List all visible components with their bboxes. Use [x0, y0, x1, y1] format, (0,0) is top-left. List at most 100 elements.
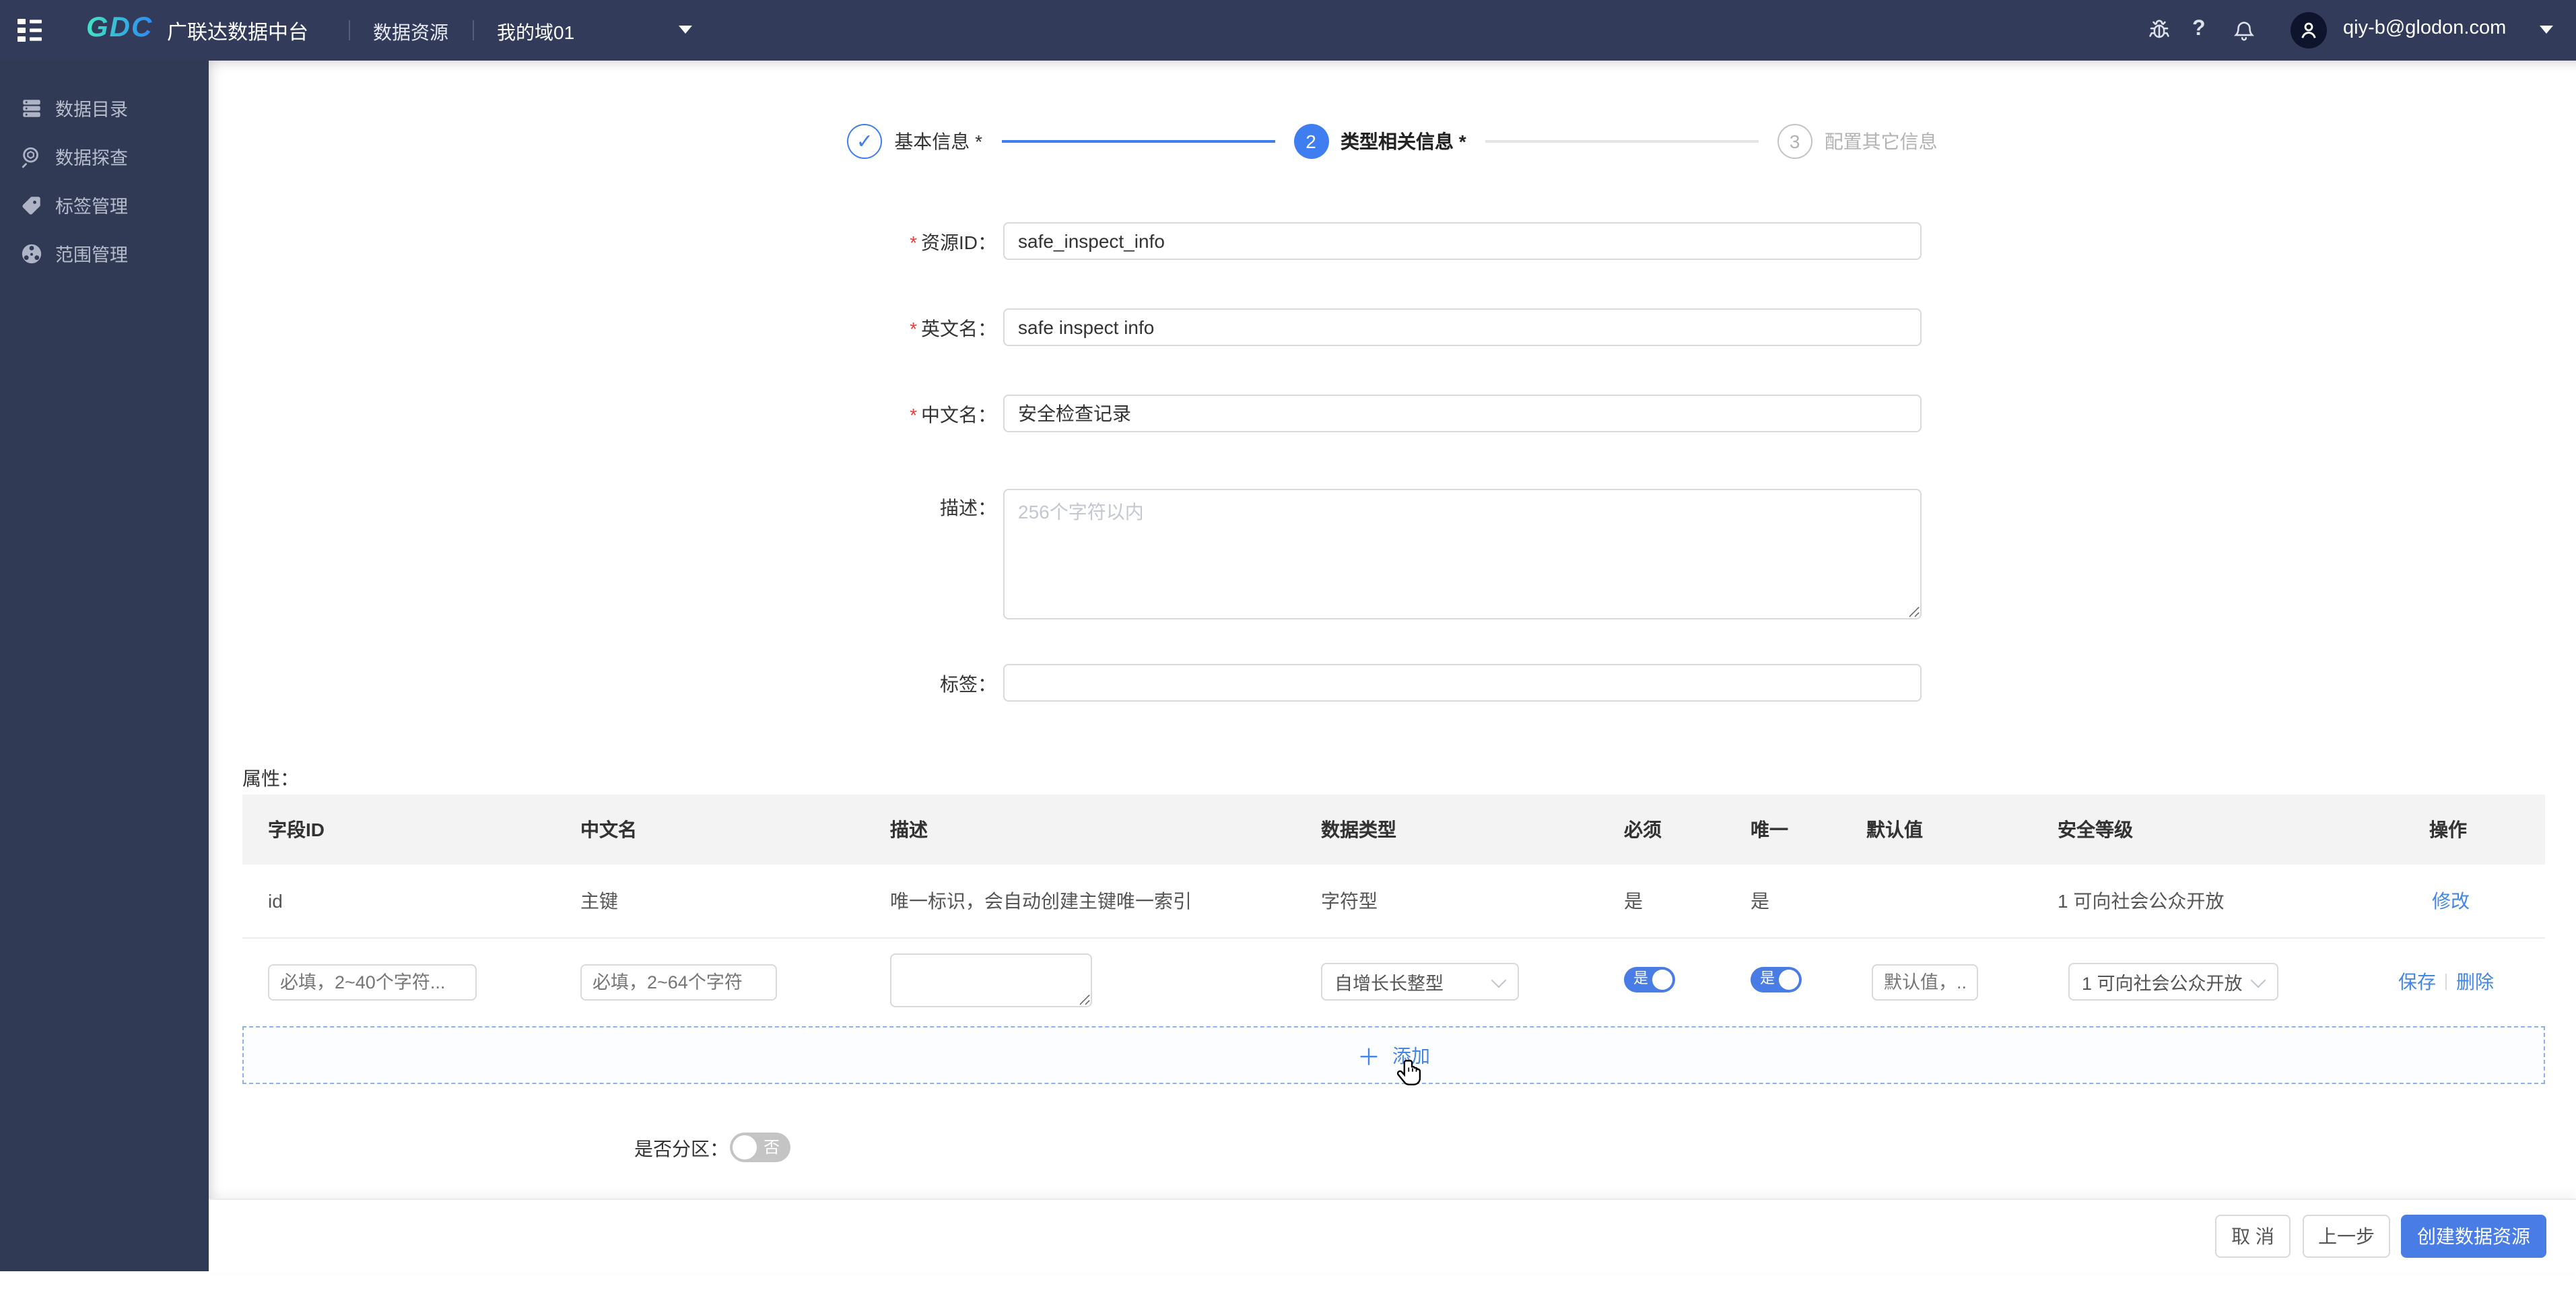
toggle-knob — [733, 1135, 757, 1159]
column-header-data-type: 数据类型 — [1321, 819, 1396, 840]
navbar-divider — [349, 20, 350, 40]
chevron-down-icon — [1491, 972, 1507, 988]
table-edit-row: 自增长长整型 是 是 1 可向社会公众开放 保存删除 — [242, 939, 2545, 1025]
step-basic-info[interactable]: ✓ 基本信息 * — [847, 124, 982, 159]
toggle-knob — [1652, 970, 1672, 990]
form-row-english-name: * 英文名： — [209, 308, 2576, 346]
modify-link[interactable]: 修改 — [2432, 890, 2470, 912]
cell-unique: 是 — [1751, 890, 1769, 912]
navbar-divider — [473, 20, 474, 40]
help-icon[interactable]: ? — [2192, 18, 2215, 40]
description-textarea[interactable] — [1003, 489, 1922, 619]
tag-manage-icon — [20, 193, 43, 216]
tags-input[interactable] — [1003, 664, 1922, 702]
domain-caret-icon[interactable] — [679, 26, 692, 34]
step-type-info[interactable]: 2 类型相关信息 * — [1293, 124, 1466, 159]
cell-required: 是 — [1624, 890, 1643, 912]
bug-report-icon[interactable] — [2148, 19, 2171, 42]
user-email[interactable]: qiy-b@glodon.com — [2343, 18, 2506, 39]
step-connector — [1485, 140, 1759, 143]
data-catalog-icon — [20, 96, 43, 119]
toggle-label: 是 — [1760, 971, 1775, 987]
partition-row: 是否分区： 否 — [209, 1133, 2576, 1162]
cell-field-id: id — [268, 890, 283, 912]
data-explore-icon — [20, 145, 43, 168]
step-label: 配置其它信息 — [1824, 131, 1938, 152]
create-data-resource-button[interactable]: 创建数据资源 — [2401, 1215, 2546, 1258]
toggle-knob — [1779, 970, 1799, 990]
edit-required-toggle[interactable]: 是 — [1624, 967, 1675, 992]
table-row: id 主键 唯一标识，会自动创建主键唯一索引 字符型 是 是 1 可向社会公众开… — [242, 865, 2545, 939]
attributes-table: 字段ID 中文名 描述 数据类型 必须 唯一 默认值 安全等级 操作 id 主键… — [242, 795, 2545, 1025]
data-type-value: 自增长长整型 — [1334, 974, 1444, 994]
edit-cn-name-input[interactable] — [580, 964, 777, 1000]
user-avatar[interactable] — [2291, 12, 2327, 48]
mouse-cursor-icon — [1395, 1056, 1427, 1091]
security-value: 1 可向社会公众开放 — [2082, 974, 2243, 994]
step-check-icon: ✓ — [847, 124, 883, 159]
gdc-logo: GDC — [86, 12, 154, 43]
partition-toggle[interactable]: 否 — [730, 1133, 790, 1162]
edit-default-input[interactable] — [1872, 964, 1978, 1000]
step-number: 2 — [1293, 124, 1328, 159]
cancel-button[interactable]: 取 消 — [2215, 1215, 2291, 1258]
step-label: 基本信息 * — [894, 131, 982, 152]
add-attribute-button[interactable]: ＋ 添加 — [242, 1026, 2545, 1084]
step-number: 3 — [1777, 124, 1812, 159]
previous-step-button[interactable]: 上一步 — [2303, 1215, 2390, 1258]
column-header-actions: 操作 — [2429, 819, 2467, 840]
nav-item-data-resource[interactable]: 数据资源 — [373, 19, 448, 46]
attributes-section-label: 属性： — [242, 768, 299, 789]
column-header-required: 必须 — [1624, 819, 1662, 840]
column-header-unique: 唯一 — [1751, 819, 1788, 840]
notification-bell-icon[interactable] — [2233, 19, 2256, 42]
scope-manage-icon — [20, 242, 43, 265]
toggle-label: 是 — [1633, 971, 1648, 987]
user-menu-caret-icon[interactable] — [2540, 26, 2553, 34]
domain-selector[interactable]: 我的域01 — [497, 19, 574, 46]
save-link[interactable]: 保存 — [2398, 971, 2436, 992]
field-label: 中文名： — [921, 404, 996, 426]
sidebar-item-tag-manage[interactable]: 标签管理 — [0, 180, 209, 229]
plus-icon: ＋ — [1357, 1045, 1380, 1071]
form-row-resource-id: * 资源ID： — [209, 222, 2576, 260]
cell-description: 唯一标识，会自动创建主键唯一索引 — [890, 890, 1192, 912]
resource-id-input[interactable] — [1003, 222, 1922, 260]
column-header-default: 默认值 — [1866, 819, 1923, 840]
main-content: ✓ 基本信息 * 2 类型相关信息 * 3 配置其它信息 *资源ID： *英文名… — [209, 61, 2576, 1273]
edit-description-textarea[interactable] — [890, 953, 1092, 1007]
sidebar-item-data-catalog[interactable]: 数据目录 — [0, 83, 209, 132]
column-header-security: 安全等级 — [2058, 819, 2133, 840]
edit-security-select[interactable]: 1 可向社会公众开放 — [2068, 963, 2278, 1001]
step-other-config[interactable]: 3 配置其它信息 — [1777, 124, 1938, 159]
field-label: 资源ID： — [921, 232, 996, 253]
partition-label: 是否分区： — [634, 1138, 728, 1159]
chevron-down-icon — [2250, 972, 2266, 988]
required-mark: * — [910, 232, 917, 253]
cell-security: 1 可向社会公众开放 — [2058, 890, 2225, 912]
required-mark: * — [910, 318, 917, 339]
step-label: 类型相关信息 * — [1341, 131, 1466, 152]
edit-unique-toggle[interactable]: 是 — [1751, 967, 1802, 992]
sidebar-item-label: 数据目录 — [55, 100, 128, 120]
sidebar-item-label: 范围管理 — [55, 245, 128, 265]
edit-data-type-select[interactable]: 自增长长整型 — [1321, 963, 1519, 1001]
cell-data-type: 字符型 — [1321, 890, 1378, 912]
sidebar-item-data-explore[interactable]: 数据探查 — [0, 132, 209, 180]
sidebar-item-scope-manage[interactable]: 范围管理 — [0, 229, 209, 277]
sidebar-collapse-icon[interactable] — [19, 1290, 44, 1313]
edit-field-id-input[interactable] — [268, 964, 477, 1000]
delete-link[interactable]: 删除 — [2456, 971, 2494, 992]
form-row-chinese-name: * 中文名： — [209, 395, 2576, 432]
step-indicator: ✓ 基本信息 * 2 类型相关信息 * 3 配置其它信息 — [209, 124, 2576, 159]
cell-cn-name: 主键 — [580, 890, 618, 912]
column-header-cn-name: 中文名 — [580, 819, 637, 840]
chinese-name-input[interactable] — [1003, 395, 1922, 432]
action-divider — [2445, 974, 2447, 990]
form-row-tags: 标签： — [209, 664, 2576, 702]
field-label: 标签： — [940, 673, 996, 695]
english-name-input[interactable] — [1003, 308, 1922, 346]
field-label: 英文名： — [921, 318, 996, 339]
apps-menu-icon[interactable] — [18, 19, 42, 42]
sidebar-item-label: 标签管理 — [55, 197, 128, 217]
